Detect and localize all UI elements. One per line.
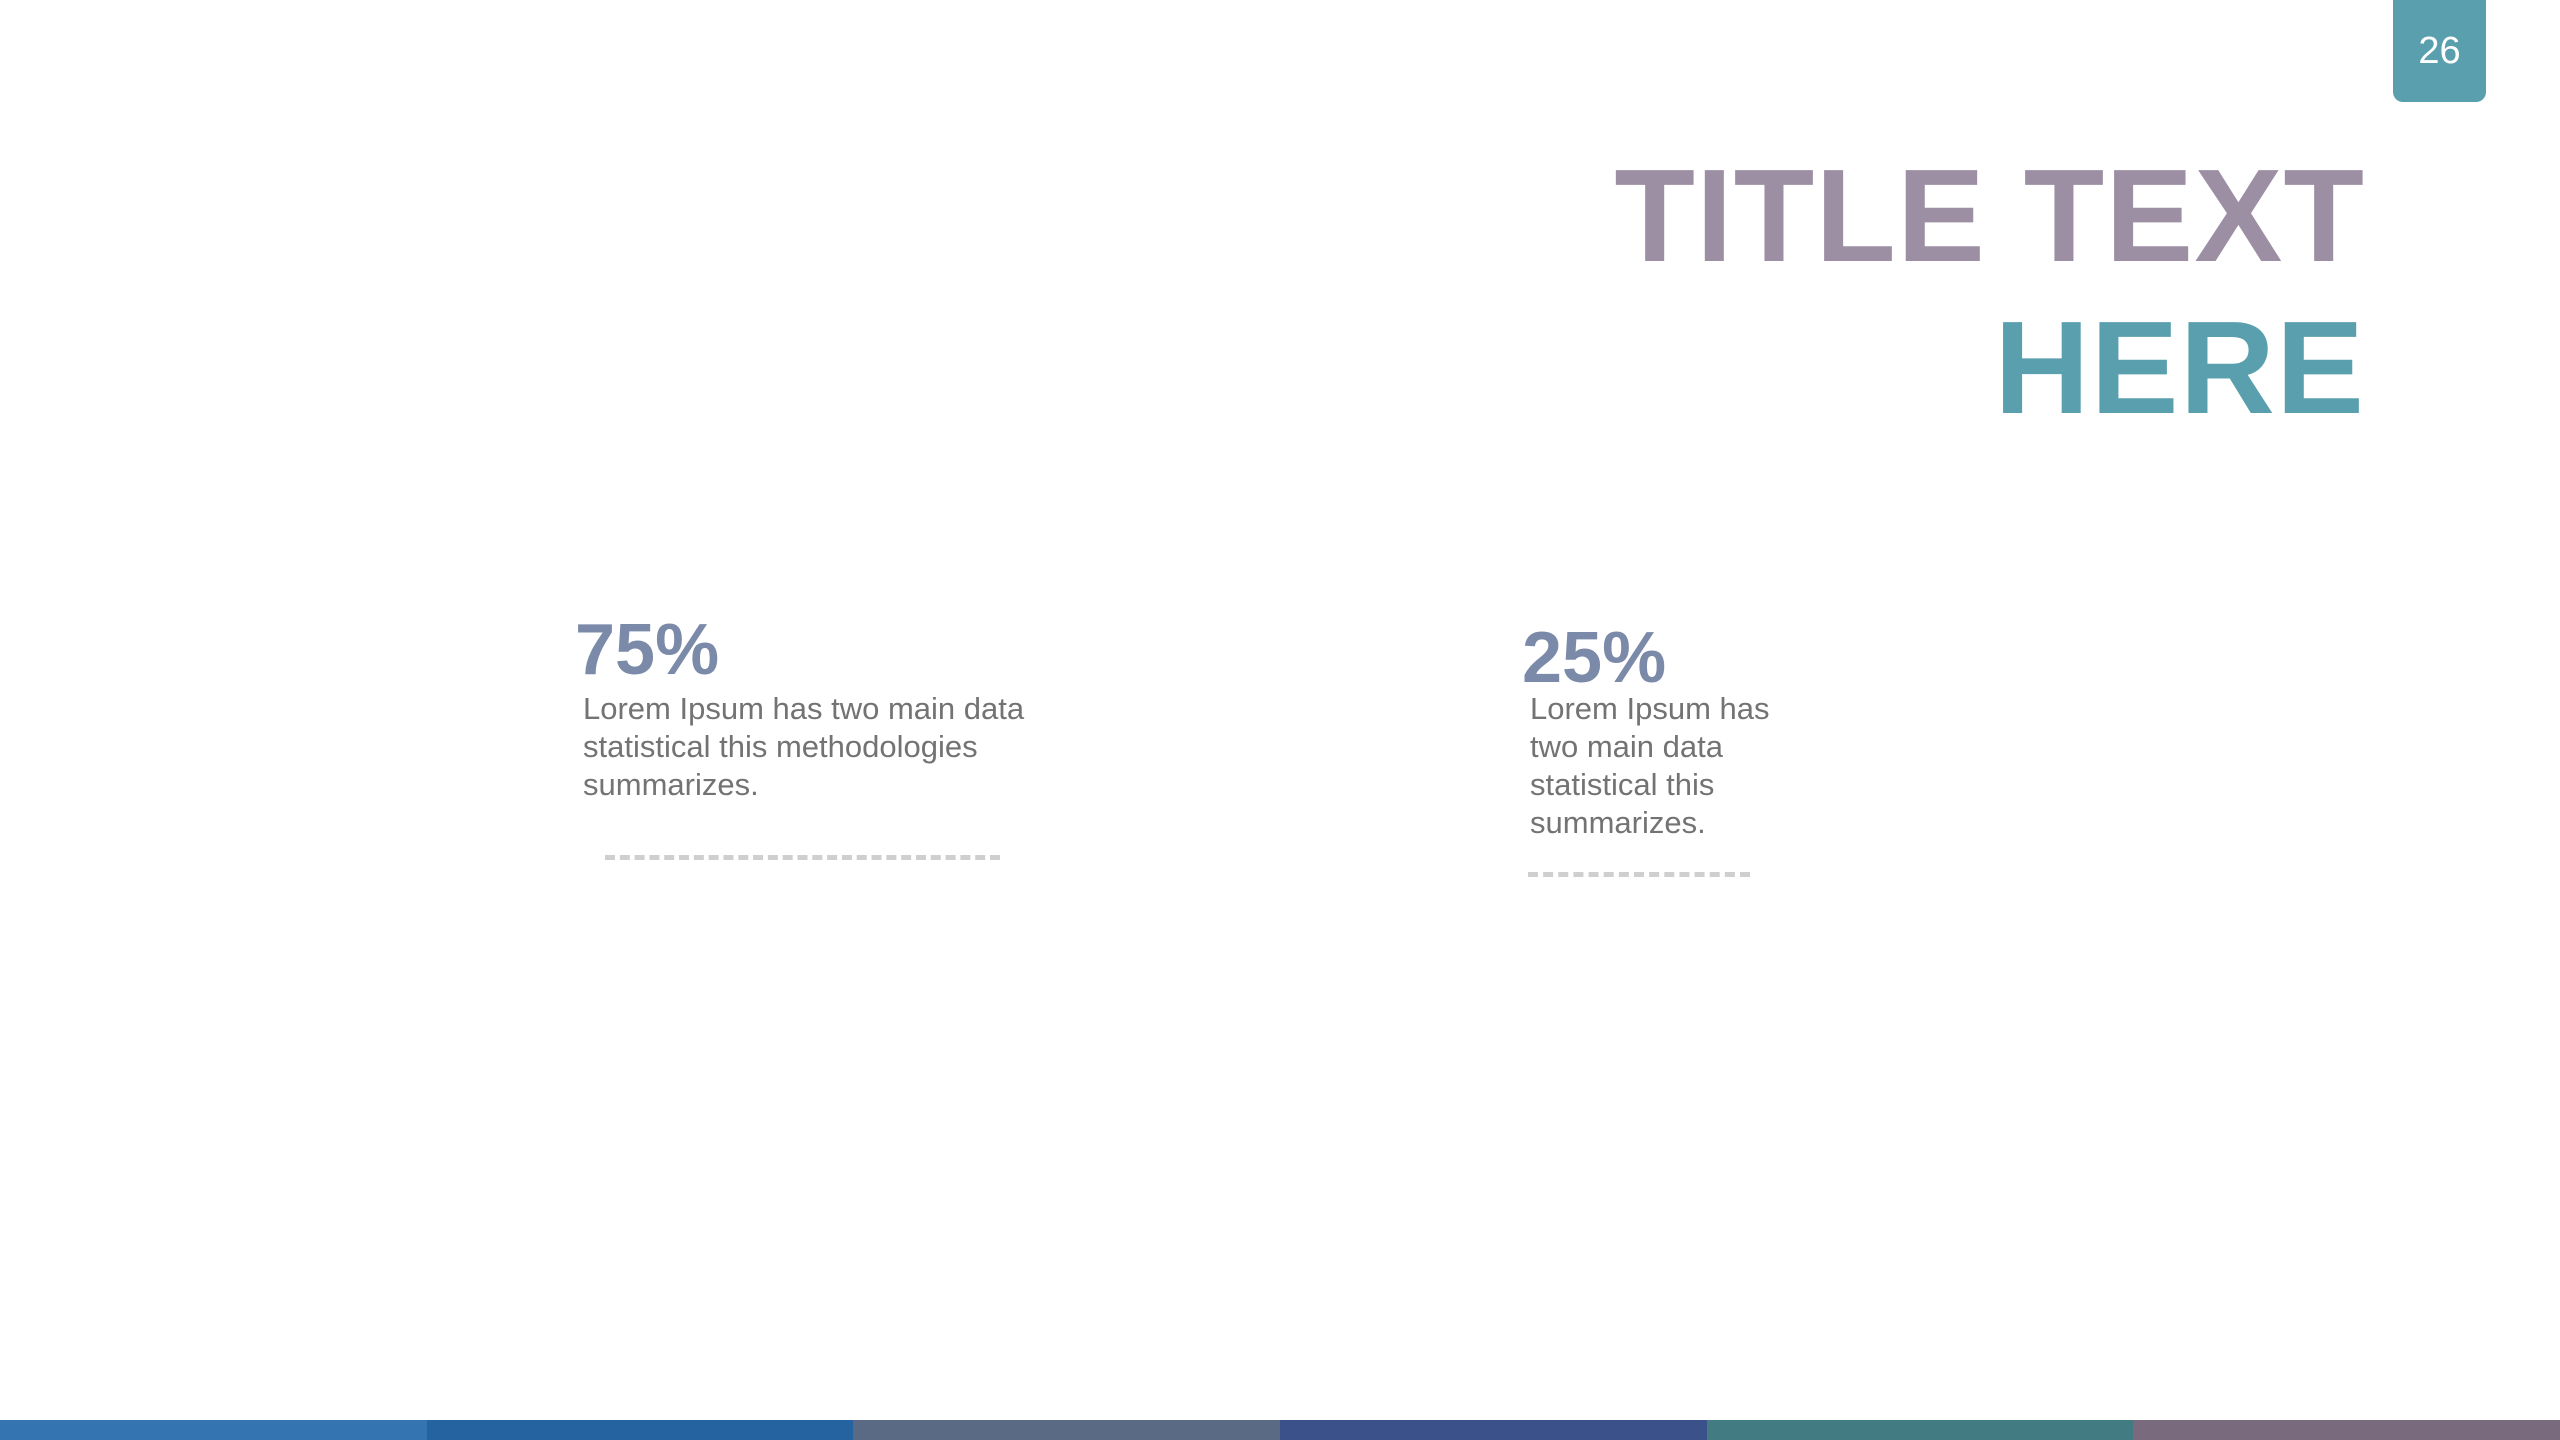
title-line-2: HERE (1994, 294, 2365, 441)
page-number: 26 (2418, 29, 2461, 72)
stat-block-1: 75% Lorem Ipsum has two main data statis… (575, 610, 1053, 804)
stat-value: 25% (1522, 618, 1667, 698)
dashed-divider (1528, 872, 1750, 877)
footer-segment (1706, 1420, 2134, 1440)
dashed-divider (605, 855, 1000, 860)
slide: 26 TITLE TEXT HERE 75% Lorem Ipsum has t… (0, 0, 2560, 1440)
footer-segment (1280, 1420, 1707, 1440)
page-number-badge: 26 (2393, 0, 2486, 102)
stat-description: Lorem Ipsum has two main data statistica… (1530, 691, 1770, 840)
title-line-1: TITLE TEXT (1614, 142, 2365, 289)
footer-segment (2133, 1420, 2560, 1440)
slide-title: TITLE TEXT HERE (1614, 140, 2365, 444)
stat-block-2: 25% Lorem Ipsum has two main data statis… (1522, 618, 1780, 842)
stat-description: Lorem Ipsum has two main data statistica… (583, 691, 1025, 802)
footer-segment (853, 1420, 1281, 1440)
footer-segment (426, 1420, 854, 1440)
footer-color-bar (0, 1420, 2560, 1440)
stat-value: 75% (575, 610, 720, 690)
footer-segment (0, 1420, 427, 1440)
